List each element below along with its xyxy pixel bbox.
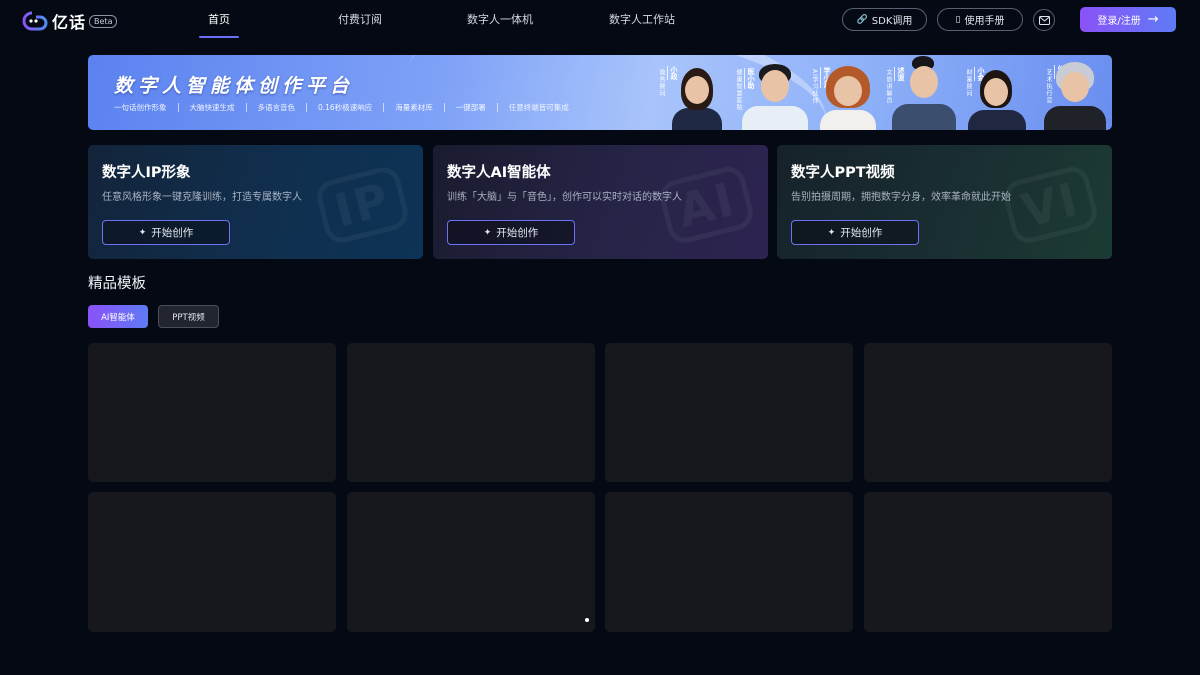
banner-feature: 海量素材库	[383, 103, 444, 112]
banner-feature: 任意终端皆可集成	[496, 103, 580, 112]
template-card[interactable]	[864, 492, 1112, 632]
logo-icon	[22, 11, 48, 31]
sparkle-icon: ✦	[138, 227, 147, 238]
start-create-button[interactable]: ✦ 开始创作	[102, 220, 230, 245]
nav-subscription[interactable]: 付费订阅	[306, 0, 414, 38]
arrow-right-icon: →	[1147, 12, 1159, 27]
template-card[interactable]	[347, 492, 595, 632]
banner-features: 一句话创作形象 大脑快速生成 多语言音色 0.16秒极速响应 海量素材库 一键部…	[114, 103, 580, 112]
beta-badge: Beta	[89, 14, 118, 28]
card-ip-avatar[interactable]: IP 数字人IP形象 任意风格形象一键克隆训练，打造专属数字人 ✦ 开始创作	[88, 145, 423, 259]
manual-label: 使用手册	[964, 16, 1005, 27]
card-title: 数字人PPT视频	[791, 165, 895, 181]
persona-avatar	[1040, 62, 1110, 130]
banner-feature: 一句话创作形象	[114, 103, 167, 112]
templates-title: 精品模板	[88, 276, 146, 292]
persona-avatar	[668, 68, 726, 130]
card-ai-agent[interactable]: AI 数字人AI智能体 训练「大脑」与「音色」，创作可以实时对话的数字人 ✦ 开…	[433, 145, 768, 259]
card-description: 告别拍摄周期，拥抱数字分身，效率革命就此开始	[791, 192, 1011, 203]
sparkle-icon: ✦	[827, 227, 836, 238]
mail-icon	[1038, 15, 1050, 25]
template-card[interactable]	[88, 492, 336, 632]
persona-avatar	[964, 70, 1030, 130]
sdk-label: SDK调用	[871, 16, 913, 27]
manual-button[interactable]: ▯ 使用手册	[937, 8, 1023, 31]
mouse-cursor	[585, 618, 589, 622]
persona-avatar	[816, 66, 880, 130]
link-icon: 🔗	[856, 14, 868, 25]
card-watermark: VI	[1000, 163, 1101, 247]
nav-all-in-one[interactable]: 数字人一体机	[452, 0, 548, 38]
filter-ppt-video[interactable]: PPT视频	[158, 305, 219, 328]
card-description: 任意风格形象一键克隆训练，打造专属数字人	[102, 192, 302, 203]
start-create-label: 开始创作	[496, 227, 539, 239]
banner-title: 数字人智能体创作平台	[114, 75, 355, 97]
mail-button[interactable]	[1033, 9, 1055, 31]
start-create-label: 开始创作	[151, 227, 194, 239]
nav-workstation[interactable]: 数字人工作站	[590, 0, 694, 38]
template-card[interactable]	[605, 343, 853, 482]
hero-banner[interactable]: 数字人智能体创作平台 一句话创作形象 大脑快速生成 多语言音色 0.16秒极速响…	[88, 55, 1112, 130]
banner-feature: 大脑快速生成	[177, 103, 246, 112]
start-create-button[interactable]: ✦ 开始创作	[447, 220, 575, 245]
persona-avatar	[888, 56, 960, 130]
start-create-label: 开始创作	[840, 227, 883, 239]
card-ppt-video[interactable]: VI 数字人PPT视频 告别拍摄周期，拥抱数字分身，效率革命就此开始 ✦ 开始创…	[777, 145, 1112, 259]
sdk-button[interactable]: 🔗 SDK调用	[842, 8, 927, 31]
template-card[interactable]	[864, 343, 1112, 482]
logo-text: 亿话	[52, 13, 87, 32]
template-card[interactable]	[88, 343, 336, 482]
card-description: 训练「大脑」与「音色」，创作可以实时对话的数字人	[447, 192, 682, 203]
start-create-button[interactable]: ✦ 开始创作	[791, 220, 919, 245]
persona-avatar	[740, 64, 810, 130]
banner-feature: 多语言音色	[245, 103, 307, 112]
card-title: 数字人AI智能体	[447, 165, 551, 181]
banner-feature: 0.16秒极速响应	[306, 103, 383, 112]
banner-feature: 一键部署	[443, 103, 497, 112]
card-title: 数字人IP形象	[102, 165, 191, 181]
persona-tag: 政务顾问	[658, 69, 665, 97]
logo[interactable]: 亿话 Beta	[22, 9, 118, 33]
nav-home[interactable]: 首页	[190, 0, 248, 38]
sparkle-icon: ✦	[483, 227, 492, 238]
book-icon: ▯	[955, 14, 961, 25]
login-button[interactable]: 登录/注册 →	[1080, 7, 1176, 32]
card-watermark: AI	[656, 163, 757, 247]
login-label: 登录/注册	[1097, 16, 1141, 27]
template-card[interactable]	[605, 492, 853, 632]
card-watermark: IP	[313, 163, 412, 247]
template-card[interactable]	[347, 343, 595, 482]
main-nav: 首页 付费订阅 数字人一体机 数字人工作站	[190, 0, 694, 38]
filter-ai-agent[interactable]: AI智能体	[88, 305, 148, 328]
top-header: 亿话 Beta 首页 付费订阅 数字人一体机 数字人工作站 🔗 SDK调用 ▯ …	[0, 0, 1200, 38]
